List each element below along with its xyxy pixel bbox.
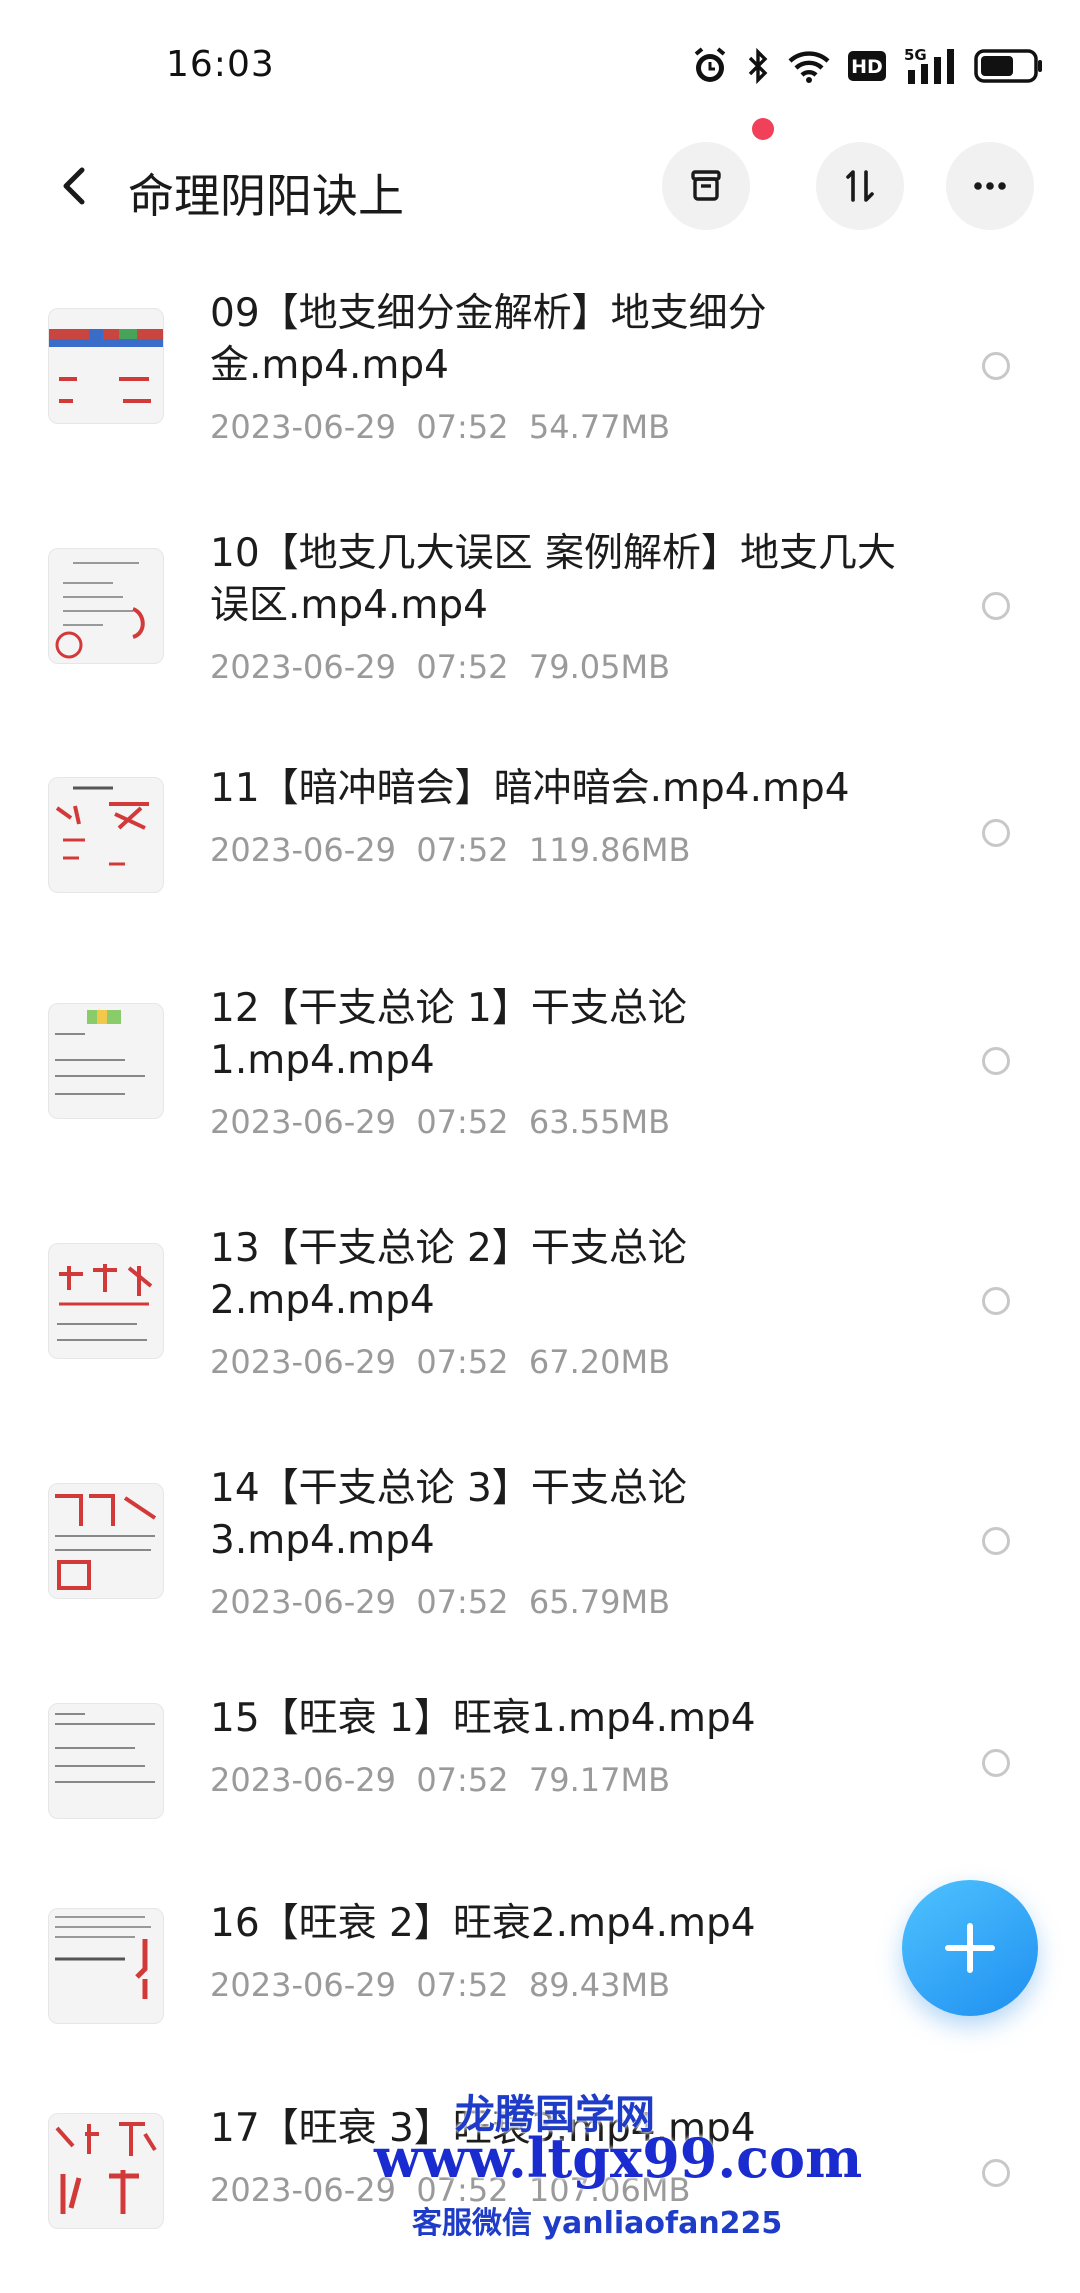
- bluetooth-icon: [746, 47, 770, 85]
- video-thumbnail: [48, 1483, 164, 1599]
- file-name: 11【暗冲暗会】暗冲暗会.mp4.mp4: [210, 766, 850, 811]
- list-item[interactable]: 13【干支总论 2】干支总论2.mp4.mp4 2023-06-29 07:52…: [0, 1193, 1080, 1433]
- file-date: 2023-06-29: [210, 2171, 396, 2209]
- file-time: 07:52: [416, 831, 509, 869]
- file-name: 15【旺衰 1】旺衰1.mp4.mp4: [210, 1696, 756, 1741]
- archive-icon: [691, 170, 721, 201]
- file-date: 2023-06-29: [210, 1966, 396, 2004]
- file-size: 65.79MB: [528, 1583, 671, 1621]
- file-date: 2023-06-29: [210, 1583, 396, 1621]
- file-size: 107.06MB: [528, 2171, 691, 2209]
- file-meta: 2023-06-29 07:52 63.55MB: [210, 1103, 670, 1141]
- hd-icon: HD: [848, 51, 886, 81]
- select-radio[interactable]: [982, 2159, 1010, 2187]
- file-meta: 2023-06-29 07:52 79.05MB: [210, 648, 670, 686]
- video-thumbnail: [48, 2113, 164, 2229]
- chevron-left-icon: [63, 167, 85, 205]
- video-thumbnail: [48, 308, 164, 424]
- list-item[interactable]: 11【暗冲暗会】暗冲暗会.mp4.mp4 2023-06-29 07:52 11…: [0, 743, 1080, 953]
- app-header: 命理阴阳诀上: [0, 130, 1080, 250]
- video-thumbnail: [48, 1003, 164, 1119]
- plus-icon: [945, 1923, 995, 1973]
- video-thumbnail: [48, 548, 164, 664]
- file-meta: 2023-06-29 07:52 65.79MB: [210, 1583, 670, 1621]
- select-radio[interactable]: [982, 1749, 1010, 1777]
- svg-text:HD: HD: [851, 56, 883, 78]
- notification-dot: [752, 118, 774, 140]
- select-radio[interactable]: [982, 1047, 1010, 1075]
- list-item[interactable]: 09【地支细分金解析】地支细分金.mp4.mp4 2023-06-29 07:5…: [0, 258, 1080, 498]
- file-time: 07:52: [416, 1343, 509, 1381]
- archive-button[interactable]: [662, 142, 750, 230]
- sort-button[interactable]: [816, 142, 904, 230]
- file-name: 13【干支总论 2】干支总论2.mp4.mp4: [210, 1226, 687, 1323]
- file-name: 10【地支几大误区 案例解析】地支几大误区.mp4.mp4: [210, 531, 897, 628]
- more-icon: [974, 182, 1006, 190]
- file-time: 07:52: [416, 1761, 509, 1799]
- file-name: 12【干支总论 1】干支总论1.mp4.mp4: [210, 986, 687, 1083]
- file-size: 89.43MB: [528, 1966, 671, 2004]
- file-date: 2023-06-29: [210, 1103, 396, 1141]
- alarm-icon: [692, 47, 728, 85]
- file-name: 17【旺衰 3】旺衰3.mp4.mp4: [210, 2106, 756, 2151]
- file-size: 119.86MB: [528, 831, 691, 869]
- file-size: 67.20MB: [528, 1343, 671, 1381]
- file-time: 07:52: [416, 1583, 509, 1621]
- status-icons: HD 5G: [692, 44, 1044, 88]
- video-thumbnail: [48, 777, 164, 893]
- file-meta: 2023-06-29 07:52 67.20MB: [210, 1343, 670, 1381]
- select-radio[interactable]: [982, 1527, 1010, 1555]
- file-meta: 2023-06-29 07:52 89.43MB: [210, 1966, 670, 2004]
- sort-icon: [846, 170, 874, 202]
- select-radio[interactable]: [982, 352, 1010, 380]
- select-radio[interactable]: [982, 1287, 1010, 1315]
- video-thumbnail: [48, 1908, 164, 2024]
- back-button[interactable]: [48, 158, 104, 214]
- page-title: 命理阴阳诀上: [128, 169, 404, 223]
- file-name: 16【旺衰 2】旺衰2.mp4.mp4: [210, 1901, 756, 1946]
- file-time: 07:52: [416, 408, 509, 446]
- file-time: 07:52: [416, 1966, 509, 2004]
- file-time: 07:52: [416, 1103, 509, 1141]
- file-name: 14【干支总论 3】干支总论3.mp4.mp4: [210, 1466, 687, 1563]
- video-thumbnail: [48, 1243, 164, 1359]
- file-date: 2023-06-29: [210, 1343, 396, 1381]
- file-meta: 2023-06-29 07:52 119.86MB: [210, 831, 690, 869]
- battery-icon: [974, 49, 1044, 83]
- file-date: 2023-06-29: [210, 831, 396, 869]
- file-date: 2023-06-29: [210, 1761, 396, 1799]
- svg-text:5G: 5G: [904, 46, 927, 64]
- file-meta: 2023-06-29 07:52 54.77MB: [210, 408, 670, 446]
- select-radio[interactable]: [982, 592, 1010, 620]
- list-item[interactable]: 15【旺衰 1】旺衰1.mp4.mp4 2023-06-29 07:52 79.…: [0, 1673, 1080, 1878]
- add-button[interactable]: [902, 1880, 1038, 2016]
- video-thumbnail: [48, 1703, 164, 1819]
- list-item[interactable]: 17【旺衰 3】旺衰3.mp4.mp4 2023-06-29 07:52 107…: [0, 2083, 1080, 2293]
- file-time: 07:52: [416, 648, 509, 686]
- status-time: 16:03: [166, 44, 275, 85]
- wifi-icon: [788, 49, 830, 83]
- select-radio[interactable]: [982, 819, 1010, 847]
- file-size: 79.17MB: [528, 1761, 671, 1799]
- file-time: 07:52: [416, 2171, 509, 2209]
- list-item[interactable]: 10【地支几大误区 案例解析】地支几大误区.mp4.mp4 2023-06-29…: [0, 498, 1080, 743]
- file-size: 54.77MB: [528, 408, 671, 446]
- file-meta: 2023-06-29 07:52 107.06MB: [210, 2171, 690, 2209]
- file-date: 2023-06-29: [210, 648, 396, 686]
- file-meta: 2023-06-29 07:52 79.17MB: [210, 1761, 670, 1799]
- more-button[interactable]: [946, 142, 1034, 230]
- 5g-signal-icon: 5G: [904, 46, 956, 86]
- status-bar: 16:03 HD 5G: [0, 0, 1080, 130]
- file-name: 09【地支细分金解析】地支细分金.mp4.mp4: [210, 291, 767, 388]
- list-item[interactable]: 12【干支总论 1】干支总论1.mp4.mp4 2023-06-29 07:52…: [0, 953, 1080, 1193]
- list-item[interactable]: 14【干支总论 3】干支总论3.mp4.mp4 2023-06-29 07:52…: [0, 1433, 1080, 1673]
- file-size: 79.05MB: [528, 648, 671, 686]
- file-size: 63.55MB: [528, 1103, 671, 1141]
- file-date: 2023-06-29: [210, 408, 396, 446]
